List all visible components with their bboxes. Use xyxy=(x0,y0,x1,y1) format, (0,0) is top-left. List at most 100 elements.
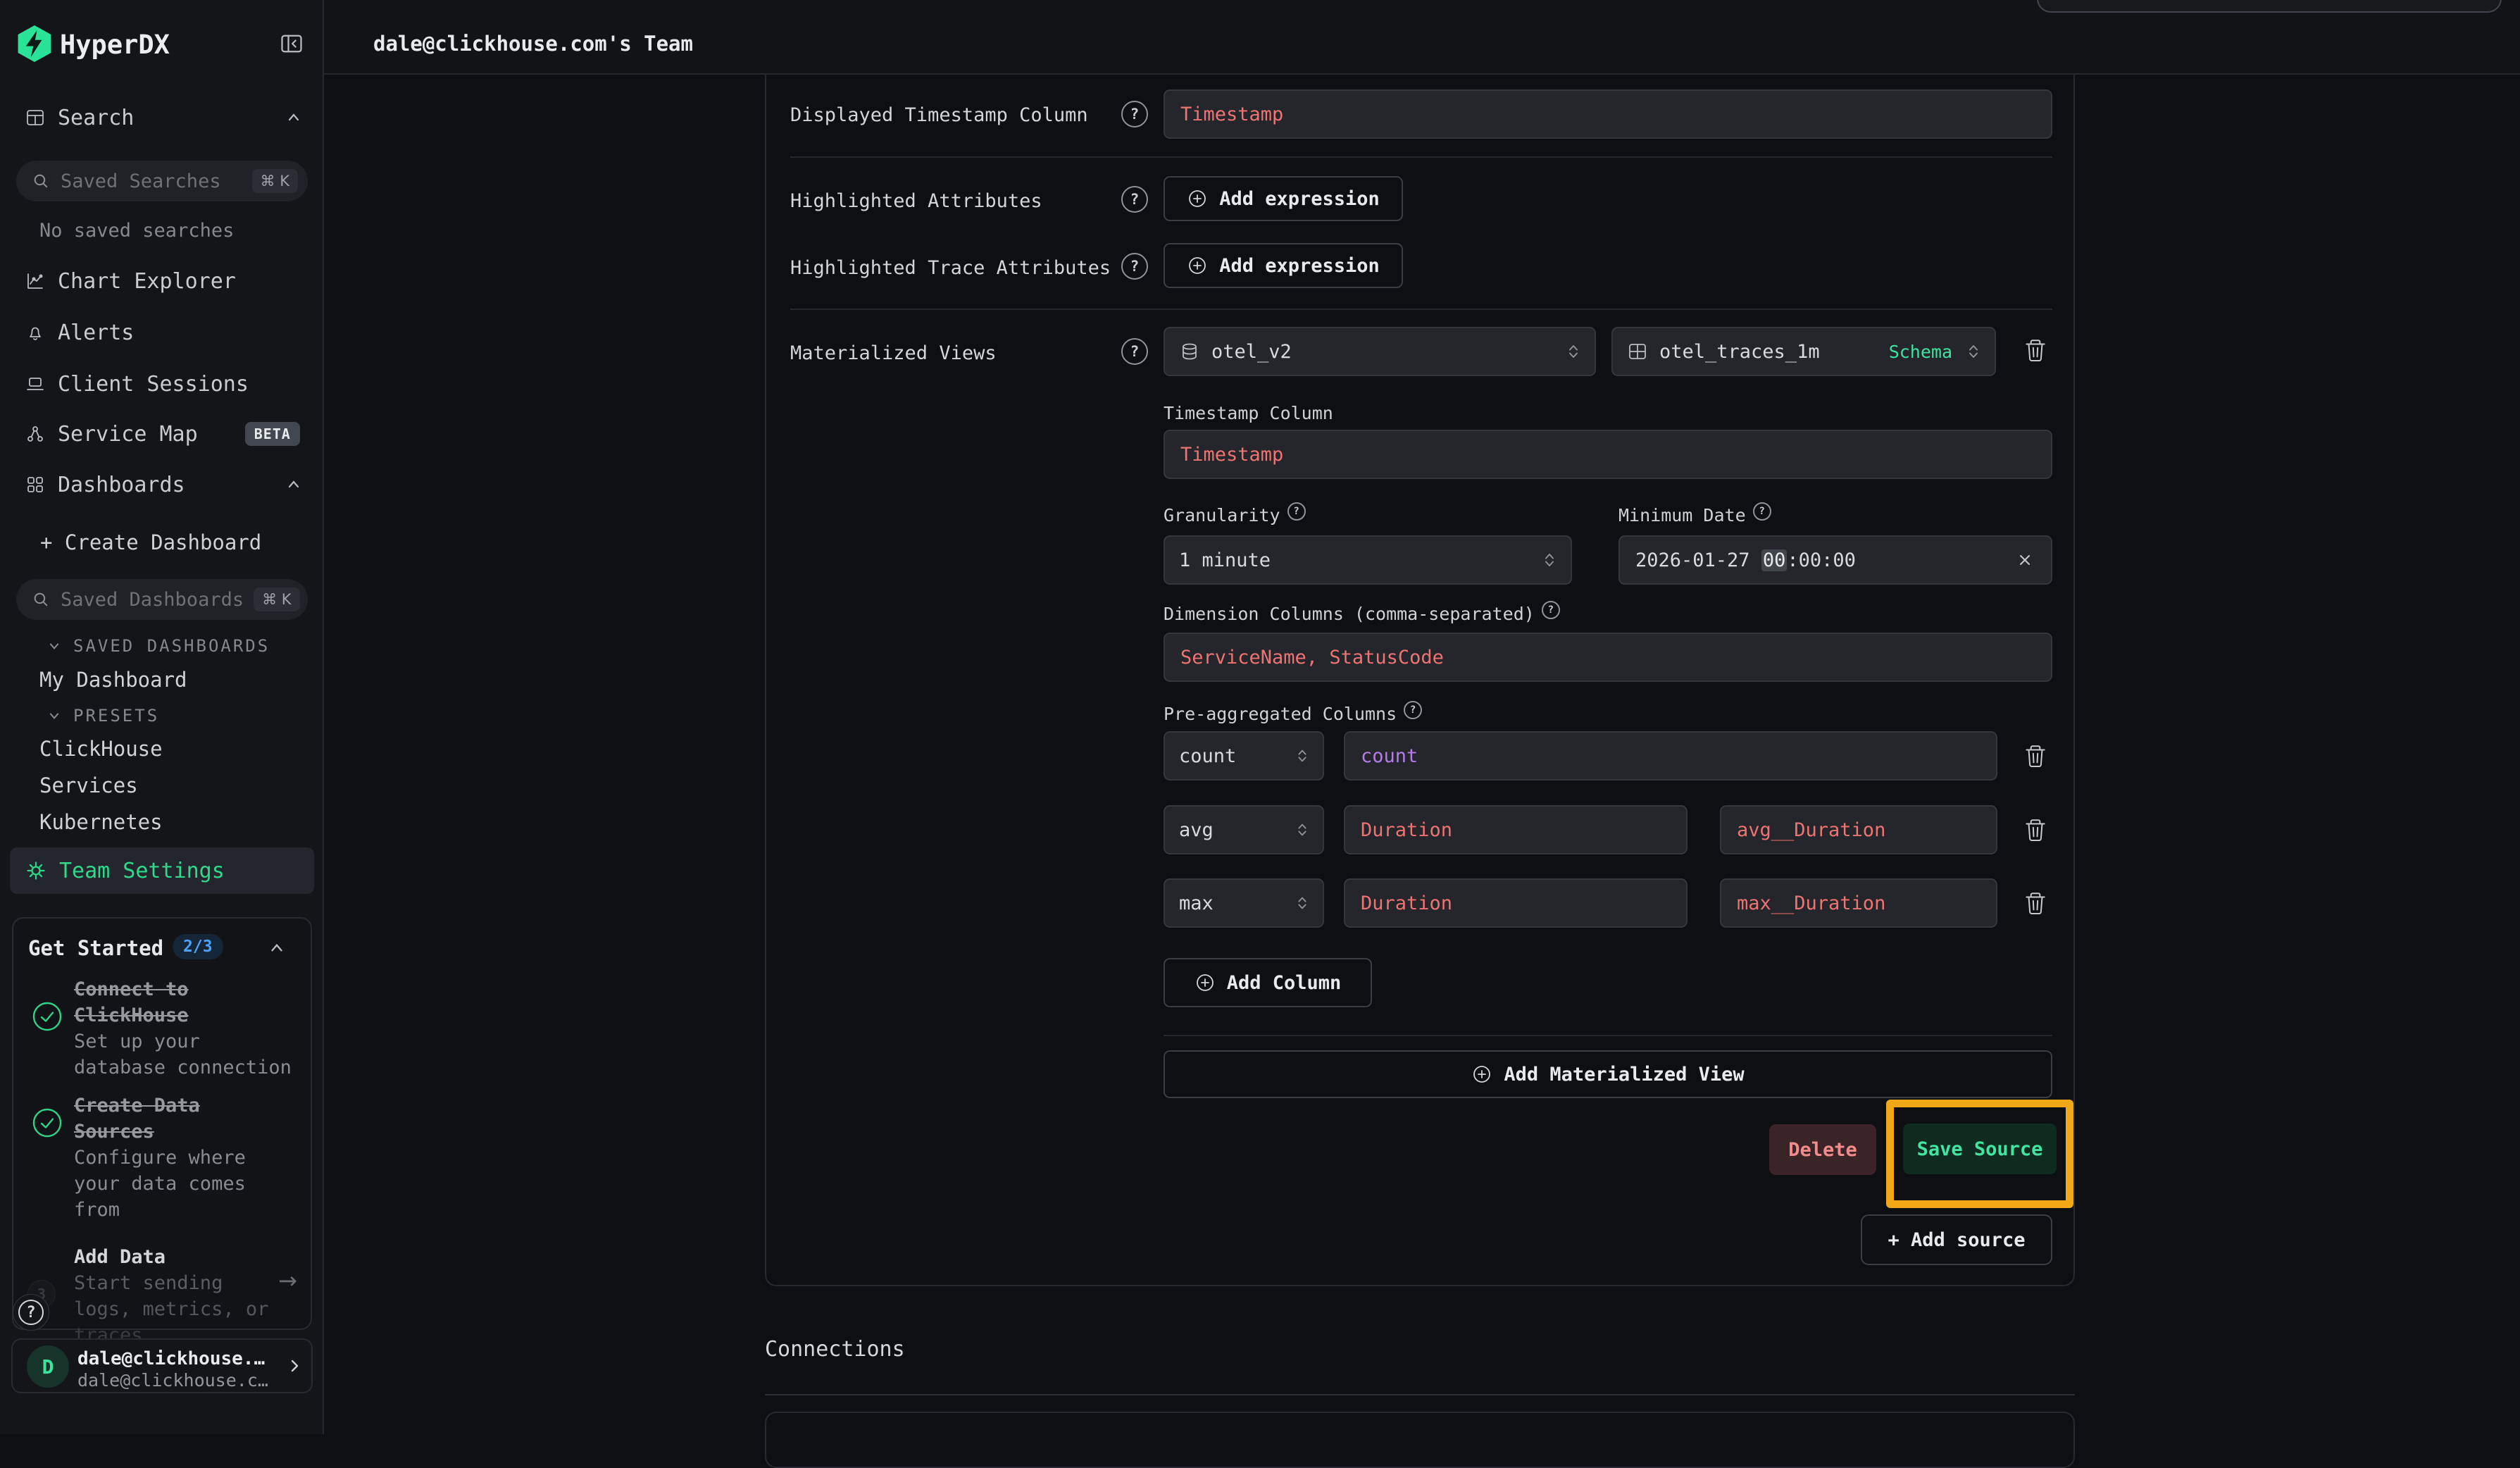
page-title: dale@clickhouse.com's Team xyxy=(373,32,693,56)
saved-dashboards-input[interactable]: Saved Dashboards ⌘ K xyxy=(16,579,308,620)
chevrons-updown-icon xyxy=(1564,342,1583,361)
chevrons-updown-icon xyxy=(1293,821,1311,839)
granularity-label: Granularity ? xyxy=(1164,505,1306,525)
help-button[interactable]: ? xyxy=(13,1294,49,1331)
sidebar-item-label: Dashboards xyxy=(58,473,185,497)
trash-icon[interactable] xyxy=(2021,816,2050,845)
search-icon xyxy=(32,172,51,191)
plus-circle-icon xyxy=(1194,972,1216,993)
timestamp-column-input[interactable]: Timestamp xyxy=(1164,430,2052,479)
help-circle-icon[interactable]: ? xyxy=(1121,101,1148,127)
plus-circle-icon xyxy=(1471,1064,1492,1085)
sidebar-item-client-sessions[interactable]: Client Sessions xyxy=(0,368,324,399)
aggregate-alias-input[interactable]: max__Duration xyxy=(1720,878,1997,928)
sidebar-item-alerts[interactable]: Alerts xyxy=(0,317,324,348)
collapse-sidebar-icon[interactable] xyxy=(279,31,304,56)
add-expression-button[interactable]: Add expression xyxy=(1164,243,1403,288)
sidebar-item-services[interactable]: Services xyxy=(39,773,138,797)
get-started-panel: Get Started 2/3 Connect to ClickHouse Se… xyxy=(12,917,312,1330)
info-icon[interactable]: ? xyxy=(1404,701,1422,719)
dimension-columns-label: Dimension Columns (comma-separated) ? xyxy=(1164,604,1560,624)
sidebar-item-search[interactable]: Search xyxy=(0,102,324,133)
help-circle-icon[interactable]: ? xyxy=(1121,186,1148,213)
get-started-item[interactable]: Add Data Start sending logs, metrics, or… xyxy=(74,1244,268,1348)
aggregate-expr-input[interactable]: count xyxy=(1344,731,1997,780)
sidebar-item-team-settings[interactable]: Team Settings xyxy=(10,847,314,894)
help-circle-icon[interactable]: ? xyxy=(1121,338,1148,365)
sidebar-item-kubernetes[interactable]: Kubernetes xyxy=(39,810,163,834)
info-icon[interactable]: ? xyxy=(1287,502,1306,521)
question-mark-icon: ? xyxy=(18,1300,44,1325)
info-icon[interactable]: ? xyxy=(1753,502,1771,521)
timestamp-column-label: Timestamp Column xyxy=(1164,403,1333,423)
sidebar: HyperDX Search Saved Searches ⌘ K No sav… xyxy=(0,0,324,1434)
app-title: HyperDX xyxy=(60,30,170,60)
chevron-up-icon[interactable] xyxy=(267,938,287,958)
table-icon xyxy=(1627,341,1648,362)
section-divider xyxy=(765,1394,2075,1395)
hyperdx-logo-icon xyxy=(16,25,53,62)
sidebar-item-label: Search xyxy=(58,106,134,130)
trash-icon[interactable] xyxy=(2021,890,2050,918)
clear-icon[interactable] xyxy=(2014,549,2035,571)
user-name: dale@clickhouse.… xyxy=(77,1348,265,1369)
preaggregated-columns-label: Pre-aggregated Columns ? xyxy=(1164,704,1422,724)
chevron-up-icon[interactable] xyxy=(285,108,303,127)
chevrons-updown-icon xyxy=(1964,342,1983,361)
trash-icon[interactable] xyxy=(2021,742,2050,771)
save-source-button[interactable]: Save Source xyxy=(1903,1124,2057,1174)
aggregate-fn-select[interactable]: avg xyxy=(1164,805,1324,854)
aggregate-alias-input[interactable]: avg__Duration xyxy=(1720,805,1997,854)
highlighted-attributes-label: Highlighted Attributes xyxy=(790,190,1042,212)
gear-icon xyxy=(25,859,47,882)
get-started-item[interactable]: Create Data Sources Configure where your… xyxy=(74,1093,246,1223)
chevron-right-icon xyxy=(286,1357,304,1375)
sidebar-item-label: Client Sessions xyxy=(58,372,249,397)
search-icon xyxy=(32,590,51,609)
add-materialized-view-button[interactable]: Add Materialized View xyxy=(1164,1050,2052,1098)
get-started-item[interactable]: Connect to ClickHouse Set up your databa… xyxy=(74,976,292,1081)
add-column-button[interactable]: Add Column xyxy=(1164,958,1372,1007)
saved-searches-input[interactable]: Saved Searches ⌘ K xyxy=(16,161,308,201)
schema-link[interactable]: Schema xyxy=(1889,342,1952,362)
sidebar-item-chart-explorer[interactable]: Chart Explorer xyxy=(0,266,324,297)
get-started-title: Get Started xyxy=(28,936,163,960)
granularity-select[interactable]: 1 minute xyxy=(1164,535,1572,585)
aggregate-fn-select[interactable]: max xyxy=(1164,878,1324,928)
create-dashboard-button[interactable]: + Create Dashboard xyxy=(40,530,261,554)
sidebar-item-label: Service Map xyxy=(58,422,198,447)
delete-button[interactable]: Delete xyxy=(1769,1124,1876,1175)
shortcut-badge: ⌘ K xyxy=(252,169,298,193)
service-map-icon xyxy=(25,423,46,444)
aggregate-fn-select[interactable]: count xyxy=(1164,731,1324,780)
dimension-columns-input[interactable]: ServiceName, StatusCode xyxy=(1164,633,2052,682)
aggregate-expr-input[interactable]: Duration xyxy=(1344,805,1688,854)
info-icon[interactable]: ? xyxy=(1542,601,1560,619)
sidebar-item-clickhouse[interactable]: ClickHouse xyxy=(39,737,163,761)
section-presets[interactable]: PRESETS xyxy=(46,706,159,726)
check-circle-icon xyxy=(32,1001,63,1032)
trash-icon[interactable] xyxy=(2021,337,2050,365)
sidebar-item-my-dashboard[interactable]: My Dashboard xyxy=(39,668,187,692)
source-settings-card: Displayed Timestamp Column ? Timestamp H… xyxy=(765,0,2075,1286)
chart-icon xyxy=(25,270,46,292)
aggregate-expr-input[interactable]: Duration xyxy=(1344,878,1688,928)
plus-circle-icon xyxy=(1187,188,1208,209)
minimum-date-input[interactable]: 2026-01-27 00:00:00 xyxy=(1618,535,2052,585)
displayed-timestamp-input[interactable]: Timestamp xyxy=(1164,89,2052,139)
minimum-date-label: Minimum Date ? xyxy=(1618,505,1771,525)
bell-icon xyxy=(25,322,46,343)
search-nav-icon xyxy=(25,107,46,128)
chevron-up-icon[interactable] xyxy=(285,475,303,494)
no-saved-searches-text: No saved searches xyxy=(39,220,234,242)
user-menu[interactable]: D dale@clickhouse.… dale@clickhouse.c… xyxy=(11,1338,313,1393)
database-select[interactable]: otel_v2 xyxy=(1164,327,1596,376)
help-circle-icon[interactable]: ? xyxy=(1121,253,1148,280)
section-saved-dashboards[interactable]: SAVED DASHBOARDS xyxy=(46,636,270,656)
saved-dashboards-placeholder: Saved Dashboards xyxy=(61,589,244,611)
sidebar-item-dashboards[interactable]: Dashboards xyxy=(0,469,324,500)
add-source-button[interactable]: + Add source xyxy=(1861,1214,2052,1265)
add-expression-button[interactable]: Add expression xyxy=(1164,176,1403,221)
sidebar-item-service-map[interactable]: Service Map BETA xyxy=(0,418,324,449)
table-select[interactable]: otel_traces_1m Schema xyxy=(1611,327,1996,376)
